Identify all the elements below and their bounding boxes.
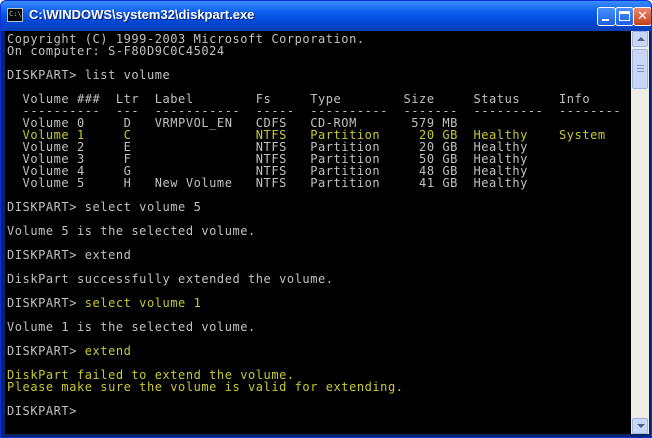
close-button[interactable]: ✕ [633,7,651,26]
minimize-icon [602,19,609,21]
console-output[interactable]: Copyright (C) 1999-2003 Microsoft Corpor… [5,31,631,434]
scroll-down-button[interactable] [632,418,648,434]
command-text: extend [84,344,132,358]
prompt-text: DISKPART> [7,344,85,358]
scroll-down-arrow-icon [637,424,645,428]
console-line: Please make sure the volume is valid for… [7,380,404,394]
console-line: Volume 5 is the selected volume. [7,224,256,238]
app-icon-text: C:\ [9,10,22,18]
window-title: C:\WINDOWS\system32\diskpart.exe [29,7,255,22]
console-window: C:\ C:\WINDOWS\system32\diskpart.exe ✕ C… [0,0,652,438]
console-line: DISKPART> [7,404,77,418]
console-line: DISKPART> list volume [7,68,171,82]
console-line: Volume 1 is the selected volume. [7,320,256,334]
console-line: DISKPART> select volume 5 [7,200,202,214]
scroll-up-button[interactable] [632,31,648,47]
maximize-icon [619,11,630,21]
console-line: DISKPART> extend [7,248,132,262]
maximize-button[interactable] [615,7,634,26]
thumb-grip [637,71,644,72]
scroll-thumb[interactable] [632,49,648,89]
vertical-scrollbar[interactable] [631,31,649,434]
scroll-up-arrow-icon [637,37,645,41]
close-icon: ✕ [637,9,648,24]
console-line: DiskPart successfully extended the volum… [7,272,334,286]
console-line: On computer: S-F80D9C0C45024 [7,44,225,58]
console-line: Volume 5 H New Volume NTFS Partition 41 … [7,176,528,190]
prompt-text: DISKPART> [7,296,85,310]
console-line: DISKPART> select volume 1 [7,297,201,309]
thumb-grip [637,68,644,69]
minimize-button[interactable] [597,7,616,26]
console-app-icon[interactable]: C:\ [7,8,23,22]
console-line: DISKPART> extend [7,345,131,357]
thumb-grip [637,65,644,66]
command-text: select volume 1 [84,296,202,310]
title-bar[interactable]: C:\ C:\WINDOWS\system32\diskpart.exe ✕ [1,1,651,31]
